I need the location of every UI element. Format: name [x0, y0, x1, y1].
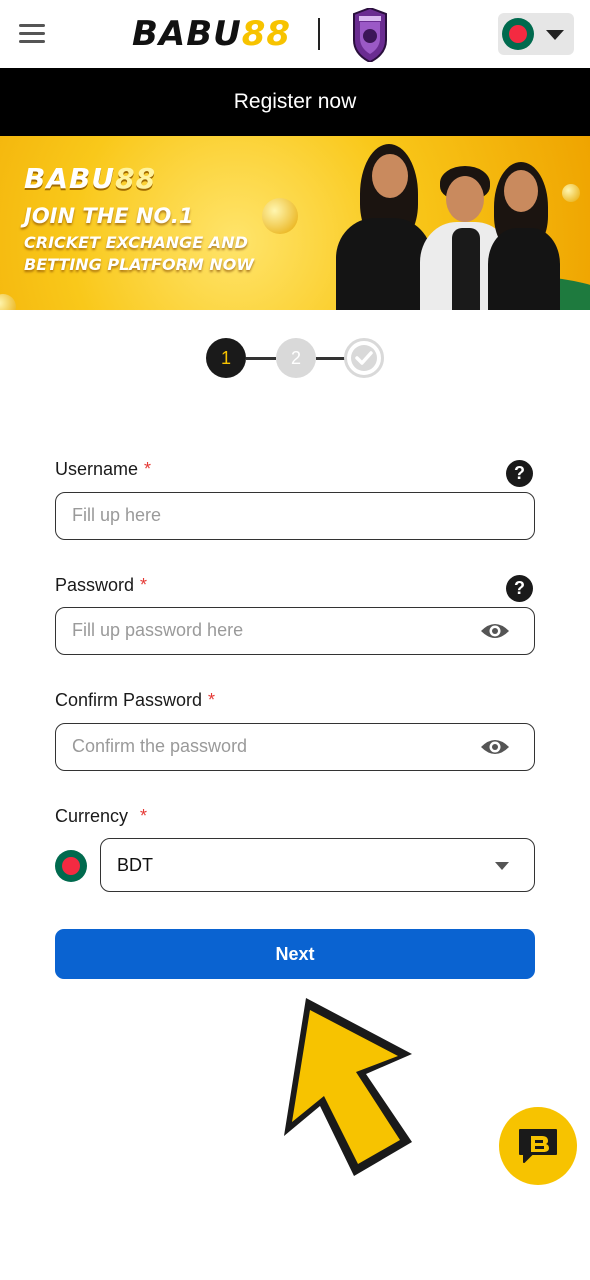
hamburger-icon[interactable]: [19, 24, 45, 44]
banner-subline: BETTING PLATFORM NOW: [24, 255, 255, 274]
top-bar: BABU88: [0, 0, 590, 68]
live-chat-button[interactable]: [499, 1107, 577, 1185]
team-badge-icon: [353, 8, 387, 62]
banner-logo: BABU88: [24, 162, 156, 195]
username-input[interactable]: [72, 493, 472, 538]
step-connector: [246, 357, 276, 360]
username-help-icon[interactable]: ?: [506, 460, 533, 487]
logo-text-main: BABU: [132, 14, 242, 54]
promo-banner[interactable]: BABU88 JOIN THE NO.1 CRICKET EXCHANGE AN…: [0, 136, 590, 310]
currency-select[interactable]: BDT: [100, 838, 535, 892]
confirm-password-field[interactable]: [55, 723, 535, 771]
coin-decoration: [562, 184, 580, 202]
next-button[interactable]: Next: [55, 929, 535, 979]
bangladesh-flag-icon: [55, 850, 87, 882]
required-marker: *: [140, 806, 148, 826]
confirm-password-input[interactable]: [72, 724, 472, 769]
confirm-password-label: Confirm Password *: [55, 690, 215, 711]
currency-label-text: Currency: [55, 806, 129, 826]
password-help-icon[interactable]: ?: [506, 575, 533, 602]
coin-decoration: [0, 294, 16, 310]
brand-logo[interactable]: BABU88: [132, 14, 291, 54]
password-input[interactable]: [72, 608, 472, 653]
register-title-bar: Register now: [0, 68, 590, 136]
required-marker: *: [208, 690, 216, 710]
banner-logo-accent: 88: [115, 162, 157, 195]
step-connector: [316, 357, 346, 360]
currency-selected-value: BDT: [117, 855, 153, 875]
chat-icon: [519, 1129, 557, 1163]
logo-text-accent: 88: [241, 14, 292, 54]
logo-divider: [318, 18, 320, 50]
confirm-password-label-text: Confirm Password: [55, 690, 203, 710]
eye-icon[interactable]: [480, 621, 510, 641]
bangladesh-flag-icon: [502, 18, 534, 50]
check-icon: [351, 345, 377, 371]
username-field[interactable]: [55, 492, 535, 540]
currency-label: Currency *: [55, 806, 147, 827]
banner-headline: JOIN THE NO.1: [24, 204, 194, 228]
language-selector[interactable]: [498, 13, 574, 55]
password-label: Password *: [55, 575, 147, 596]
coin-decoration: [262, 198, 298, 234]
step-complete: [344, 338, 384, 378]
required-marker: *: [140, 575, 148, 595]
banner-logo-text: BABU: [24, 162, 116, 195]
required-marker: *: [144, 459, 152, 479]
step-1: 1: [206, 338, 246, 378]
password-label-text: Password: [55, 575, 135, 595]
username-label-text: Username: [55, 459, 139, 479]
step-2: 2: [276, 338, 316, 378]
chevron-down-icon: [546, 30, 564, 40]
pointer-arrow-icon: [284, 998, 412, 1176]
eye-icon[interactable]: [480, 737, 510, 757]
password-field[interactable]: [55, 607, 535, 655]
username-label: Username *: [55, 459, 151, 480]
registration-stepper: 1 2: [206, 338, 386, 380]
banner-subline: CRICKET EXCHANGE AND: [24, 233, 248, 252]
chevron-down-icon: [495, 862, 509, 870]
